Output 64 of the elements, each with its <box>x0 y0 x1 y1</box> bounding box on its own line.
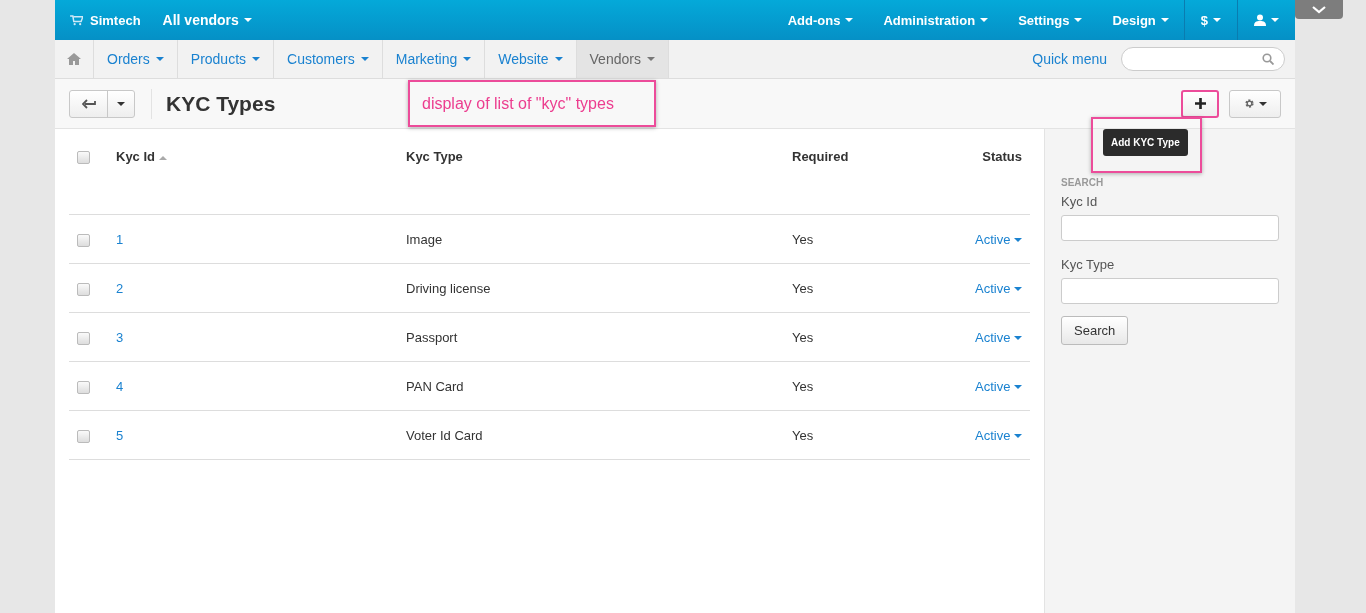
brand-link[interactable]: Simtech <box>90 12 141 28</box>
vendor-menu[interactable]: All vendors <box>162 0 267 40</box>
user-icon <box>1254 14 1266 26</box>
id-link[interactable]: 2 <box>116 280 124 296</box>
nav-tab[interactable]: Customers <box>274 40 383 78</box>
id-link[interactable]: 1 <box>116 231 124 247</box>
table-cell: Image <box>406 231 443 247</box>
search-button[interactable]: Search <box>1061 316 1129 345</box>
nav-tab[interactable]: Vendors <box>576 40 669 78</box>
quick-menu-link[interactable]: Quick menu <box>1032 51 1107 67</box>
status-dropdown[interactable]: Active <box>975 329 1022 345</box>
table-cell: Yes <box>792 280 814 296</box>
input-field[interactable] <box>1061 215 1279 241</box>
status-dropdown[interactable]: Active <box>975 378 1022 394</box>
row-checkbox[interactable] <box>77 429 90 443</box>
column-header: Required <box>792 149 849 164</box>
input-field[interactable] <box>1061 278 1279 304</box>
table-cell: PAN Card <box>406 378 464 394</box>
add-button[interactable] <box>1181 89 1219 118</box>
table-cell: Yes <box>792 378 814 394</box>
status-dropdown[interactable]: Active <box>975 280 1022 296</box>
row-checkbox[interactable] <box>77 282 90 296</box>
search-field[interactable] <box>1121 47 1285 71</box>
table-cell: Passport <box>406 329 458 345</box>
row-checkbox[interactable] <box>77 380 90 394</box>
search-icon <box>1262 53 1274 65</box>
id-link[interactable]: 5 <box>116 427 124 443</box>
top-menu[interactable]: Add-ons <box>772 0 869 40</box>
row-checkbox[interactable] <box>77 233 90 247</box>
settings-button[interactable] <box>1229 89 1281 118</box>
collapse-tab[interactable] <box>1295 0 1343 19</box>
nav-tab[interactable]: Products <box>177 40 275 78</box>
gear-icon <box>1243 98 1255 109</box>
column-header: Status <box>982 149 1022 164</box>
sidebar-heading: SEARCH <box>1061 177 1105 188</box>
column-header[interactable]: Kyc Id <box>116 149 155 164</box>
row-checkbox[interactable] <box>77 331 90 345</box>
top-menu[interactable]: Settings <box>1003 0 1098 40</box>
id-link[interactable]: 3 <box>116 329 124 345</box>
top-menu[interactable]: Administration <box>868 0 1004 40</box>
table-cell: Yes <box>792 329 814 345</box>
table-cell: Driving license <box>406 280 491 296</box>
back-arrow-icon <box>81 98 96 109</box>
tooltip: Add KYC Type <box>1103 129 1188 156</box>
nav-tab[interactable]: Orders <box>94 40 178 78</box>
top-menu[interactable]: Design <box>1097 0 1184 40</box>
id-link[interactable]: 4 <box>116 378 124 394</box>
select-all-checkbox[interactable] <box>77 151 90 165</box>
field-label: Kyc Type <box>1061 257 1116 272</box>
table-cell: Yes <box>792 231 814 247</box>
plus-icon <box>1194 98 1206 109</box>
sort-icon <box>158 155 167 160</box>
annotation-box: display of list of "kyc" types <box>408 80 656 127</box>
nav-tab[interactable]: Website <box>485 40 577 78</box>
table-cell: Yes <box>792 427 814 443</box>
column-header: Kyc Type <box>406 149 463 164</box>
cart-icon <box>70 14 83 26</box>
chevron-down-icon <box>1312 5 1326 14</box>
page-title: KYC Types <box>151 88 276 119</box>
status-dropdown[interactable]: Active <box>975 231 1022 247</box>
nav-tab[interactable]: Marketing <box>382 40 486 78</box>
table-cell: Voter Id Card <box>406 427 483 443</box>
field-label: Kyc Id <box>1061 194 1099 209</box>
status-dropdown[interactable]: Active <box>975 427 1022 443</box>
